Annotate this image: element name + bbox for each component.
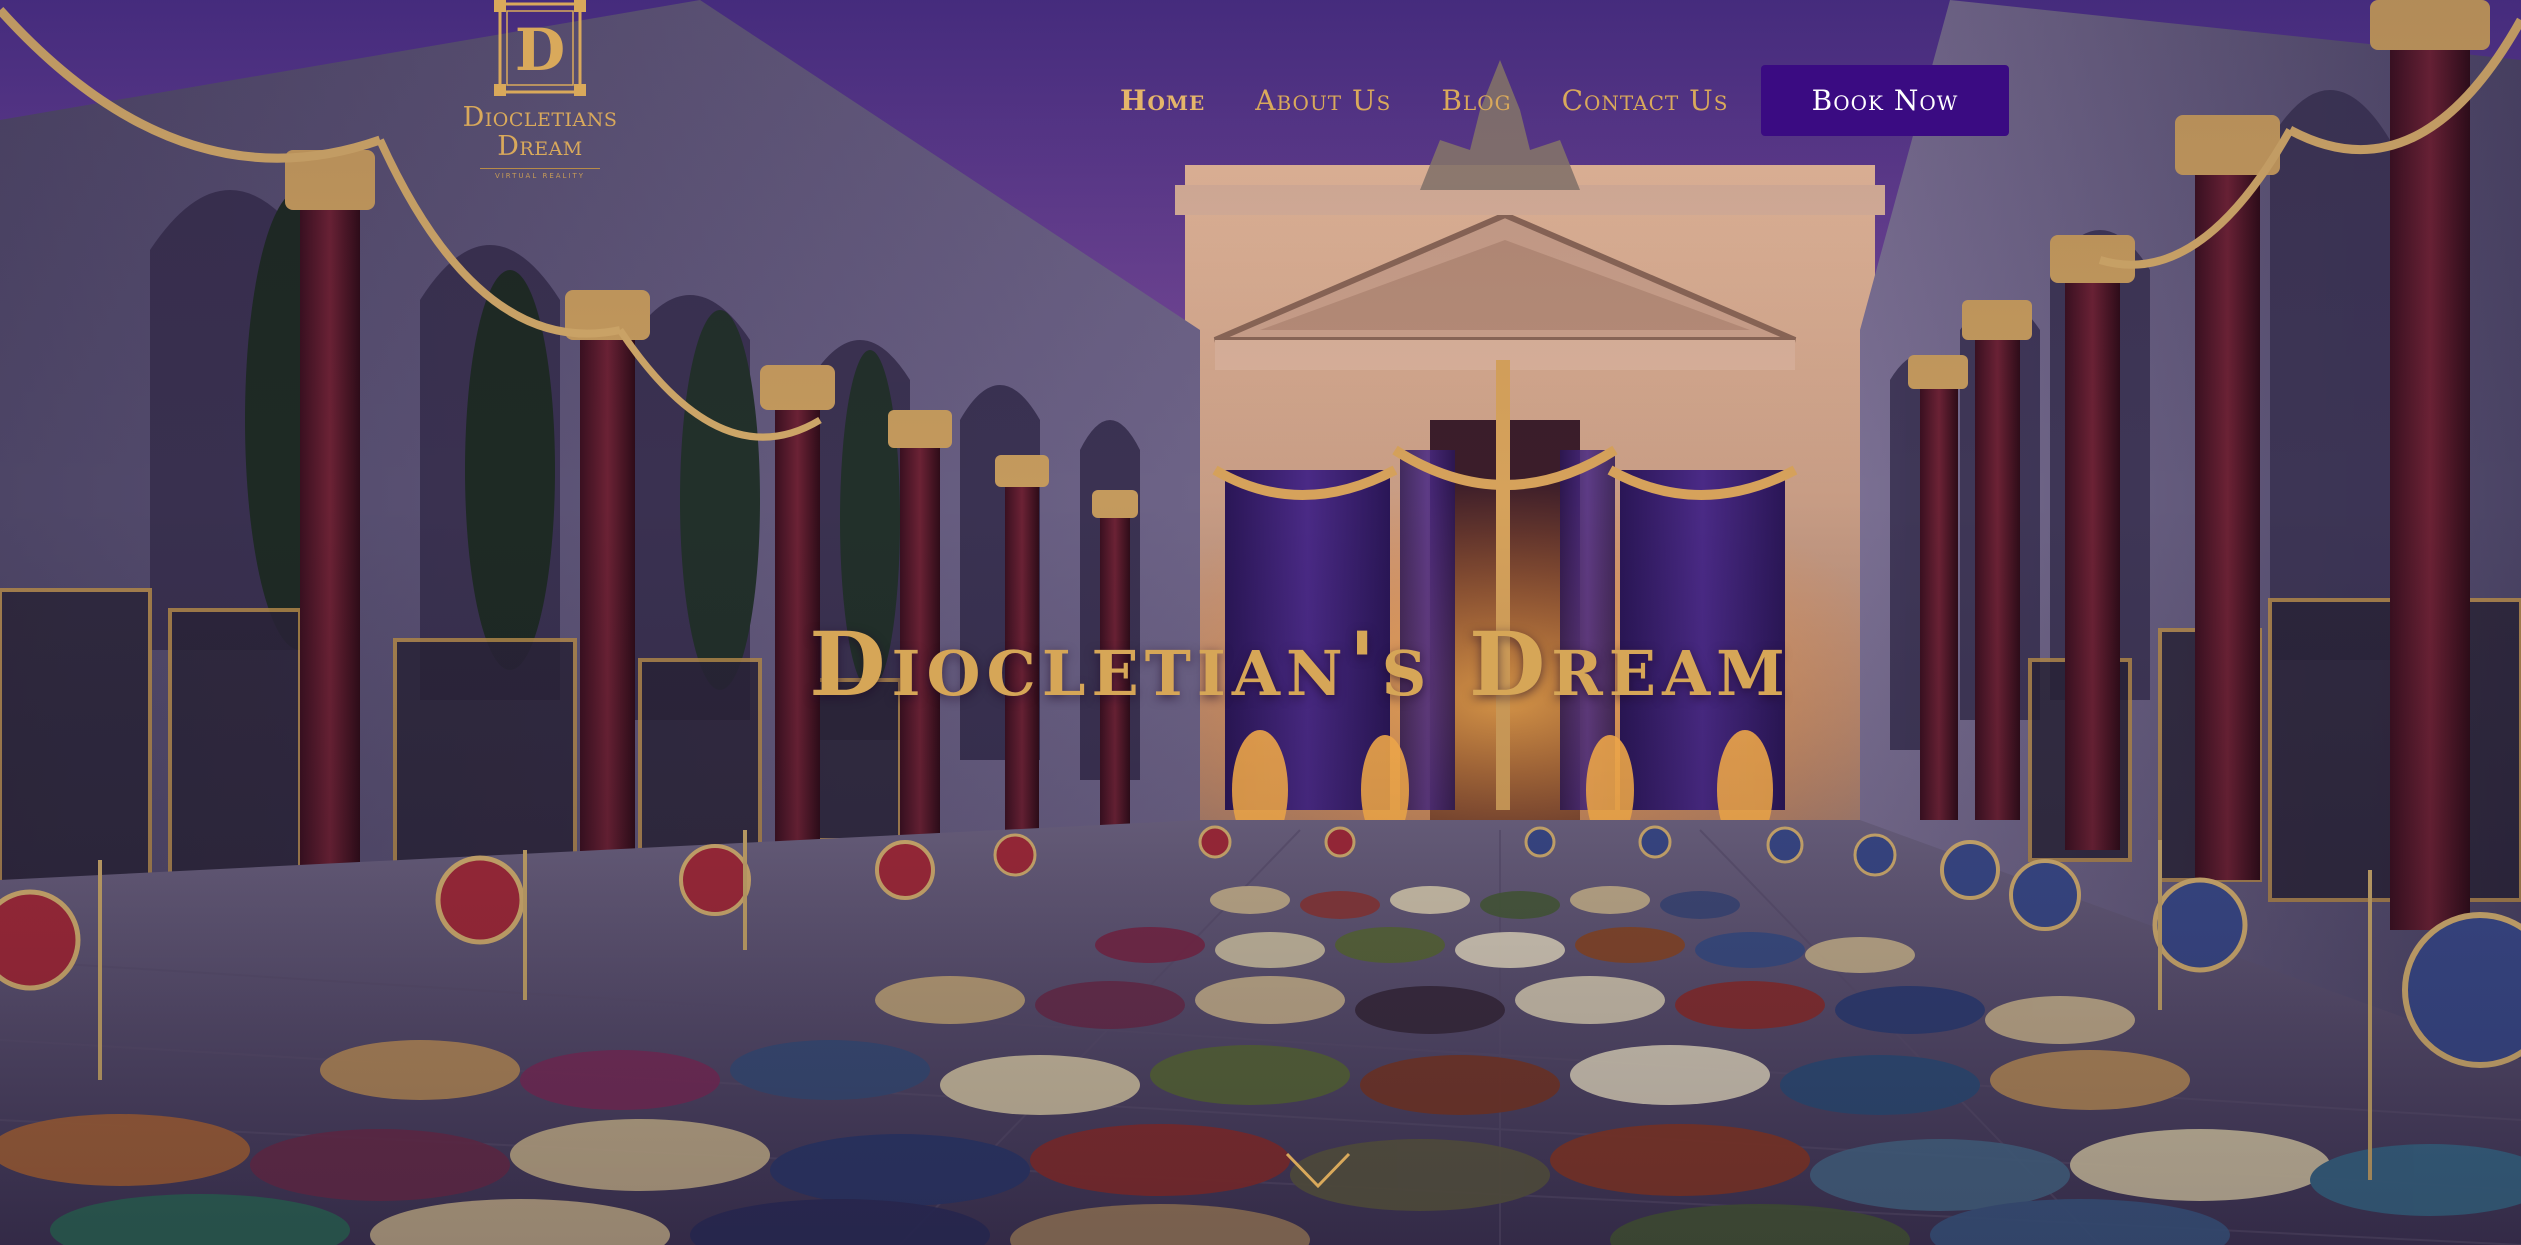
monogram-logo-icon: D: [494, 0, 586, 96]
hero-title: Diocletian's Dream: [809, 612, 1791, 716]
logo-name-line1: Diocletians: [462, 102, 618, 133]
nav-blog-link[interactable]: Blog: [1441, 84, 1511, 117]
logo-tagline: VIRTUAL REALITY: [480, 168, 600, 180]
logo-name-line2: Dream: [497, 131, 583, 162]
site-logo[interactable]: D Diocletians Dream VIRTUAL REALITY: [440, 0, 640, 195]
book-now-button[interactable]: Book Now: [1761, 65, 2009, 136]
nav-home-link[interactable]: Home: [1120, 84, 1205, 117]
chevron-down-icon[interactable]: [1283, 1148, 1353, 1192]
logo-monogram-letter: D: [515, 16, 565, 84]
main-navigation: Home About Us Blog Contact Us: [1120, 80, 1778, 120]
hero-section: D Diocletians Dream VIRTUAL REALITY Home…: [0, 0, 2521, 1245]
nav-about-us-link[interactable]: About Us: [1255, 84, 1391, 117]
nav-contact-us-link[interactable]: Contact Us: [1562, 84, 1729, 117]
